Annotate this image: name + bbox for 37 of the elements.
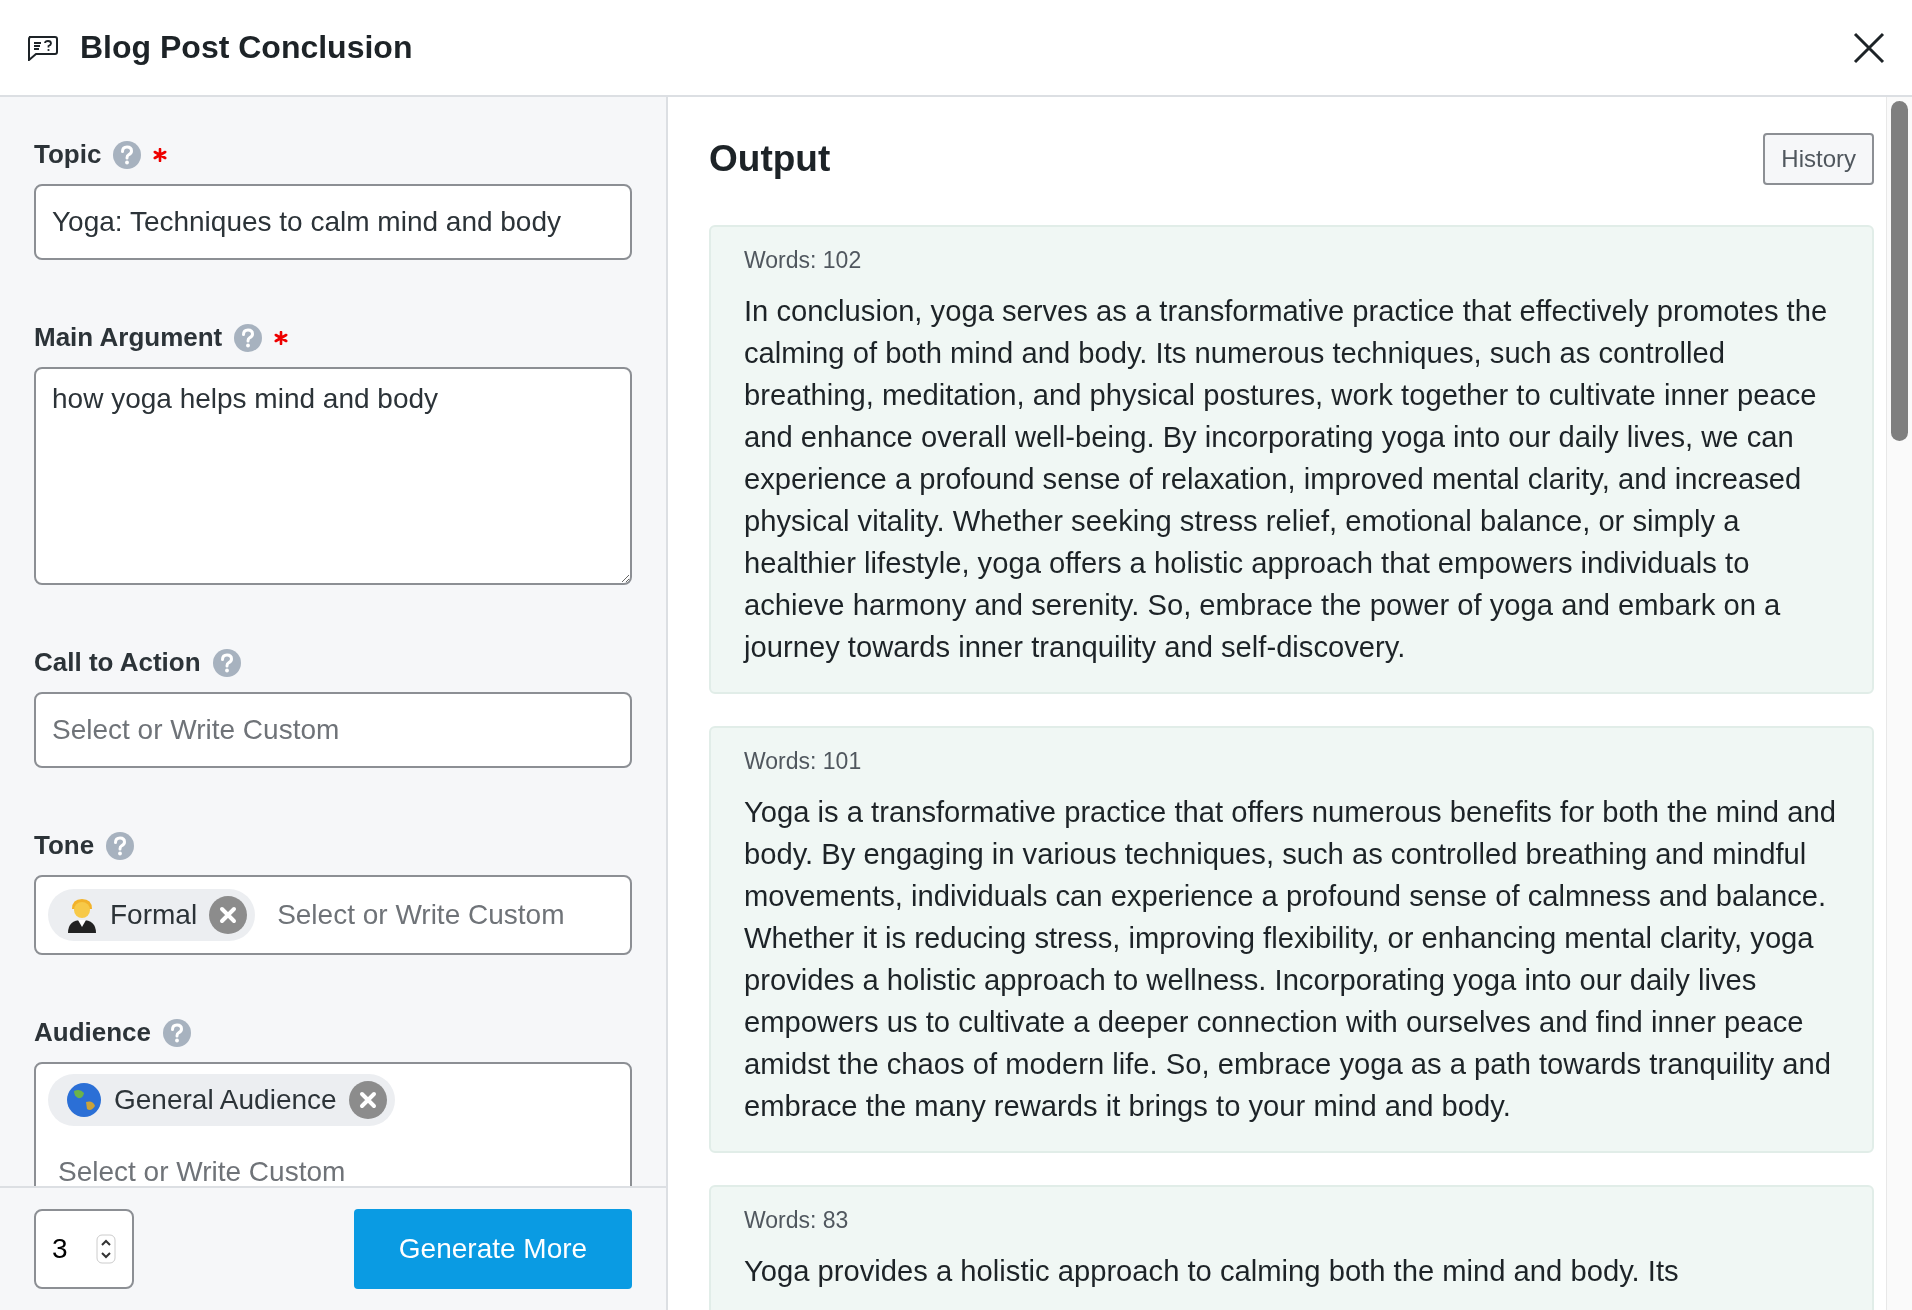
help-icon[interactable]: [113, 140, 142, 169]
tag-field[interactable]: General Audience Select or Write Custom: [34, 1062, 632, 1186]
result-text: Yoga is a transformative practice that offers numerous benefits for both the mind and body. By engaging in various techniques, such as controlled breathing and mindful movements, individuals can experience a profound sense of calmness and balance. Whether it is reducing stress, improving flexibility, or enhancing mental clarity, yoga provides a holistic approach to wellness. Incorporating yoga into our daily lives empowers us to cultivate a deeper connection with ourselves and find inner peace amidst the chaos of modern life. So, embrace yoga as a path towards tranquility and embrace the many rewards it brings to your mind and body.: [744, 795, 1837, 1124]
text-area[interactable]: how yoga helps mind and body: [34, 367, 632, 585]
field-label: Call to Action: [34, 647, 201, 678]
text-field[interactable]: Select or Write Custom: [34, 692, 632, 768]
chat-icon: [26, 34, 58, 61]
scrollbar[interactable]: [1886, 97, 1912, 1310]
help-icon[interactable]: [212, 648, 241, 677]
tag-chip: General Audience: [48, 1074, 395, 1126]
field-label: Main Argument: [34, 322, 223, 353]
help-icon[interactable]: [234, 323, 263, 352]
help-icon[interactable]: [163, 1018, 192, 1047]
field-label: Audience: [34, 1017, 152, 1048]
scrollbar-thumb[interactable]: [1891, 101, 1908, 441]
count-field[interactable]: 3: [34, 1209, 134, 1289]
word-count: Words: 102: [744, 247, 863, 274]
field-label: Tone: [34, 830, 95, 861]
word-count: Words: 101: [744, 748, 863, 775]
result-text: Yoga provides a holistic approach to calming both the mind and body. Its: [744, 1254, 1680, 1289]
person-icon: [66, 897, 98, 933]
window-title: Blog Post Conclusion: [80, 29, 414, 66]
history-button[interactable]: History: [1763, 133, 1874, 185]
close-button[interactable]: [1852, 30, 1886, 65]
remove-icon[interactable]: [209, 896, 248, 934]
tag-field[interactable]: Formal Select or Write Custom: [34, 875, 632, 955]
result-text: In conclusion, yoga serves as a transformative practice that effectively promotes the calming of both mind and body. Its numerous techniques, such as controlled breathing, meditation, and physical postures, work together to cultivate inner peace and enhance overall well-being. By incorporating yoga into our daily lives, we can experience a profound sense of relaxation, improved mental clarity, and increased physical vitality. Whether seeking stress relief, emotional balance, or simply a healthier lifestyle, yoga offers a holistic approach that empowers individuals to achieve harmony and serenity. So, embrace the power of yoga and embark on a journey towards inner tranquility and self-discovery.: [744, 294, 1829, 665]
remove-icon[interactable]: [348, 1081, 387, 1119]
tag-chip: Formal: [48, 889, 256, 941]
count-input[interactable]: 3: [50, 1232, 86, 1266]
word-count: Words: 83: [744, 1207, 850, 1234]
globe-icon: [66, 1082, 102, 1118]
field-label: Topic: [34, 139, 102, 170]
output-title: Output: [709, 138, 831, 180]
text-field[interactable]: Yoga: Techniques to calm mind and body: [34, 184, 632, 260]
spinner-icon[interactable]: [96, 1234, 116, 1264]
help-icon[interactable]: [106, 831, 135, 860]
